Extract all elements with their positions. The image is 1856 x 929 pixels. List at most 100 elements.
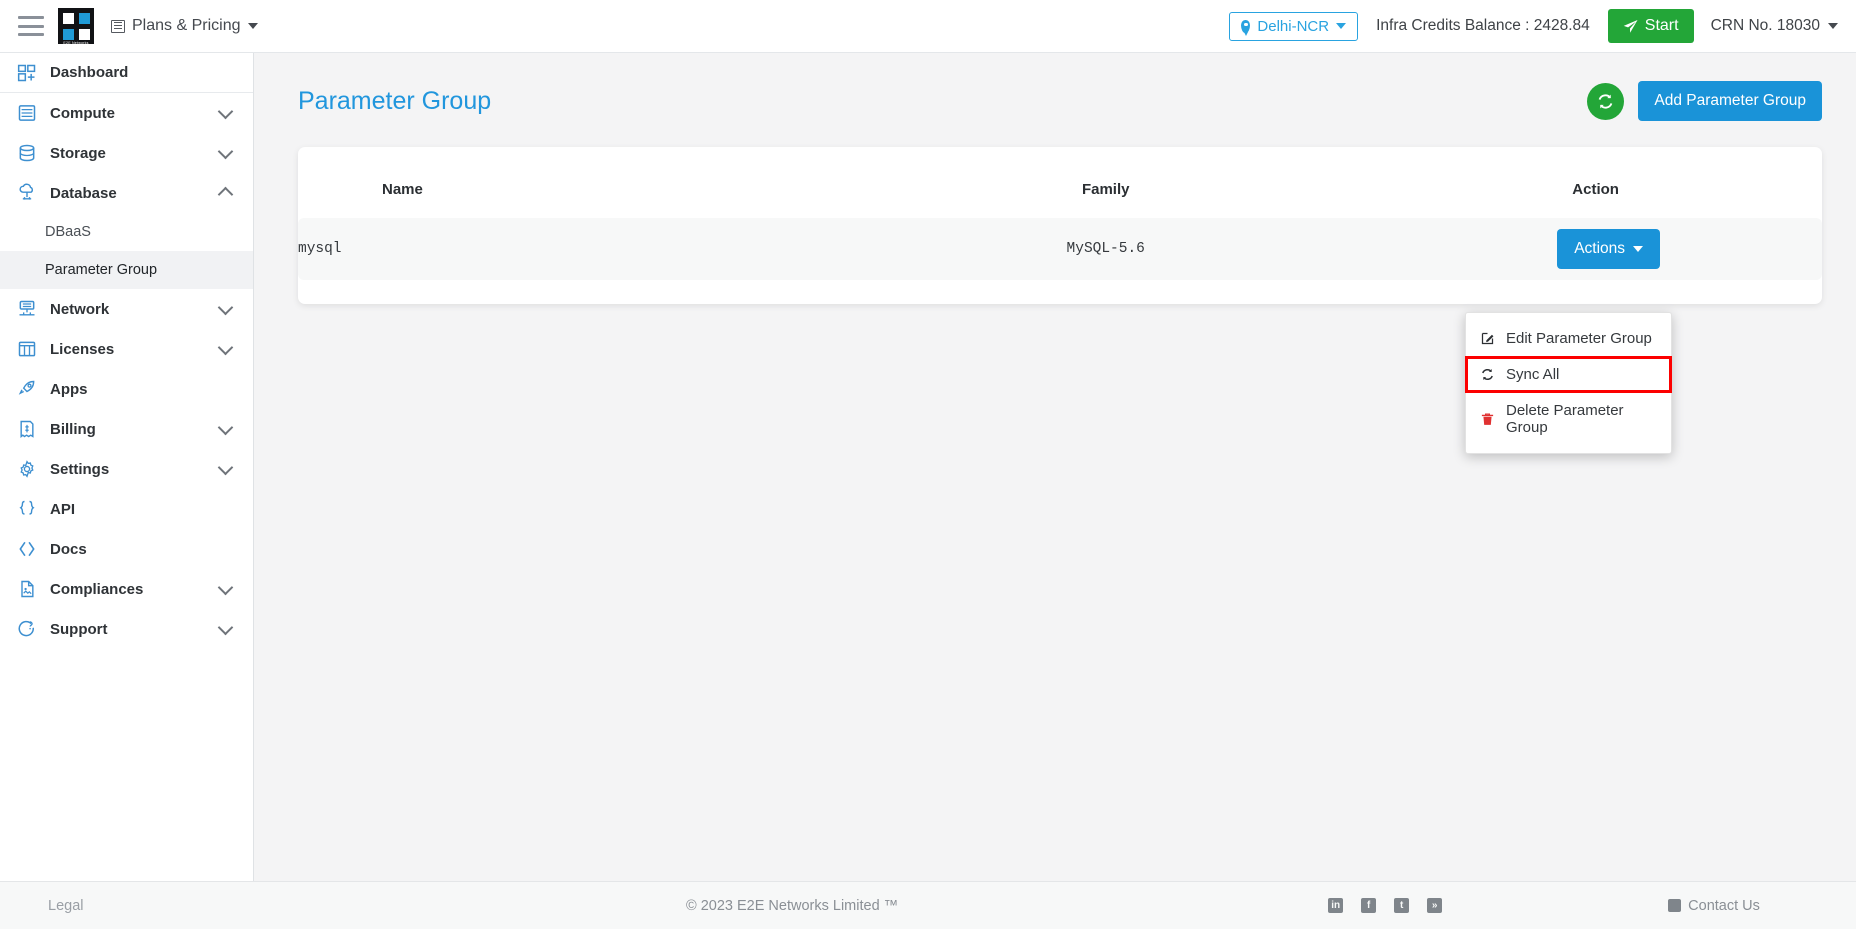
- plans-and-pricing-label: Plans & Pricing: [132, 17, 241, 34]
- top-header-bar: E2E Networks Plans & Pricing Delhi-NCR I…: [0, 0, 1856, 53]
- document-icon: [21, 580, 34, 598]
- logo-caption: E2E Networks: [63, 41, 89, 45]
- sidebar-item-dbaas[interactable]: DBaaS: [0, 213, 253, 251]
- chevron-down-icon: [217, 339, 234, 355]
- logo-quadrant: [78, 12, 90, 24]
- database-icon: [19, 144, 35, 162]
- network-icon: [19, 300, 35, 316]
- logo-grid: [62, 12, 90, 40]
- contact-us-link[interactable]: Contact Us: [1668, 898, 1760, 914]
- sidebar-item-label: Support: [50, 620, 108, 638]
- page-footer: Legal © 2023 E2E Networks Limited ™ in f…: [0, 881, 1856, 929]
- plans-and-pricing-menu[interactable]: Plans & Pricing: [111, 17, 258, 35]
- phone-icon: [1668, 899, 1682, 912]
- location-pin-icon: [1241, 19, 1251, 36]
- region-selector[interactable]: Delhi-NCR: [1229, 11, 1359, 41]
- logo-quadrant: [62, 12, 74, 24]
- start-button[interactable]: Start: [1607, 9, 1694, 43]
- menu-item-delete-parameter-group[interactable]: Delete Parameter Group: [1466, 393, 1671, 445]
- actions-dropdown-button[interactable]: Actions: [1557, 229, 1661, 269]
- sidebar-item-label: Compute: [50, 104, 115, 122]
- license-icon: [18, 341, 36, 357]
- sidebar-item-compute[interactable]: Compute: [0, 93, 253, 133]
- sidebar-item-parameter-group[interactable]: Parameter Group: [0, 251, 253, 289]
- page-header-actions: Add Parameter Group: [1587, 81, 1822, 121]
- page-header: Parameter Group Add Parameter Group: [254, 53, 1856, 121]
- sidebar-item-support[interactable]: Support: [0, 609, 253, 649]
- copyright-text: © 2023 E2E Networks Limited ™: [686, 897, 899, 914]
- sidebar-item-label: Apps: [50, 380, 88, 398]
- sidebar-item-label: API: [50, 500, 76, 518]
- paper-plane-icon: [1623, 19, 1638, 33]
- sidebar-item-dashboard[interactable]: Dashboard: [0, 53, 253, 93]
- e2e-networks-logo[interactable]: E2E Networks: [58, 8, 94, 45]
- list-icon: [111, 19, 125, 33]
- chevron-down-icon: [217, 299, 234, 315]
- rss-icon[interactable]: »: [1427, 898, 1443, 913]
- sidebar-item-docs[interactable]: Docs: [0, 529, 253, 569]
- menu-item-label: Edit Parameter Group: [1506, 330, 1652, 347]
- chevron-down-icon: [247, 23, 258, 29]
- main-content-area: Parameter Group Add Parameter Group Name…: [254, 53, 1856, 881]
- hamburger-line: [18, 16, 44, 19]
- cell-action: Actions: [1395, 218, 1822, 280]
- menu-item-label: Sync All: [1506, 366, 1560, 383]
- legal-link[interactable]: Legal: [0, 898, 254, 914]
- trash-icon: [1481, 413, 1494, 425]
- edit-pencil-icon: [1481, 332, 1494, 345]
- chevron-up-icon: [217, 186, 234, 203]
- support-icon: [18, 620, 35, 637]
- chevron-down-icon: [1828, 23, 1838, 29]
- gear-icon: [20, 460, 34, 478]
- crn-selector[interactable]: CRN No. 18030: [1711, 17, 1838, 35]
- table-body: mysql MySQL-5.6 Actions: [298, 218, 1822, 280]
- refresh-button[interactable]: [1587, 82, 1625, 120]
- sidebar-item-label: Network: [50, 300, 110, 318]
- sidebar-item-compliances[interactable]: Compliances: [0, 569, 253, 609]
- hamburger-line: [18, 24, 44, 28]
- social-links: in f t »: [1328, 898, 1443, 913]
- cell-family: MySQL-5.6: [816, 218, 1396, 280]
- sidebar-item-network[interactable]: Network: [0, 289, 253, 329]
- sidebar-item-api[interactable]: API: [0, 489, 253, 529]
- contact-us-label: Contact Us: [1688, 897, 1760, 914]
- menu-item-label: Delete Parameter Group: [1506, 402, 1624, 436]
- sync-refresh-icon: [1482, 369, 1493, 380]
- hamburger-menu-icon[interactable]: [18, 16, 44, 36]
- twitter-icon[interactable]: t: [1394, 898, 1410, 913]
- sidebar-item-label: Storage: [50, 144, 106, 162]
- column-header-action: Action: [1572, 181, 1619, 198]
- table-header-row: Name Family Action: [298, 165, 1822, 218]
- parameter-group-card: Name Family Action mysql MySQL-5.6 Actio…: [298, 147, 1822, 304]
- menu-item-sync-all[interactable]: Sync All: [1465, 356, 1672, 393]
- sidebar-subitem-label: Parameter Group: [45, 262, 158, 278]
- linkedin-icon[interactable]: in: [1328, 898, 1344, 913]
- sidebar-item-label: Database: [50, 184, 117, 202]
- sidebar-item-label: Dashboard: [50, 64, 129, 81]
- sidebar-item-label: Compliances: [50, 580, 144, 598]
- chevron-down-icon: [217, 143, 234, 159]
- code-icon: [19, 541, 35, 557]
- hamburger-line: [18, 33, 44, 36]
- sidebar-navigation: Dashboard Compute Storage Database DBaaS…: [0, 53, 254, 881]
- logo-quadrant: [78, 28, 90, 40]
- sidebar-item-label: Billing: [50, 420, 96, 438]
- dashboard-icon: [17, 64, 36, 81]
- sidebar-item-settings[interactable]: Settings: [0, 449, 253, 489]
- facebook-icon[interactable]: f: [1361, 898, 1377, 913]
- sidebar-item-database[interactable]: Database: [0, 173, 253, 213]
- chevron-down-icon: [217, 103, 234, 119]
- top-header-right-group: Delhi-NCR Infra Credits Balance : 2428.8…: [1229, 0, 1856, 52]
- sidebar-item-licenses[interactable]: Licenses: [0, 329, 253, 369]
- sidebar-item-billing[interactable]: Billing: [0, 409, 253, 449]
- table-row: mysql MySQL-5.6 Actions: [298, 218, 1822, 280]
- chevron-down-icon: [1336, 23, 1347, 29]
- infra-credits-balance: Infra Credits Balance : 2428.84: [1376, 17, 1590, 34]
- sidebar-item-label: Licenses: [50, 340, 115, 358]
- region-label: Delhi-NCR: [1257, 17, 1330, 35]
- menu-item-edit-parameter-group[interactable]: Edit Parameter Group: [1466, 321, 1671, 356]
- parameter-group-table: Name Family Action mysql MySQL-5.6 Actio…: [298, 165, 1822, 280]
- sidebar-item-apps[interactable]: Apps: [0, 369, 253, 409]
- sidebar-item-storage[interactable]: Storage: [0, 133, 253, 173]
- add-parameter-group-button[interactable]: Add Parameter Group: [1638, 81, 1822, 121]
